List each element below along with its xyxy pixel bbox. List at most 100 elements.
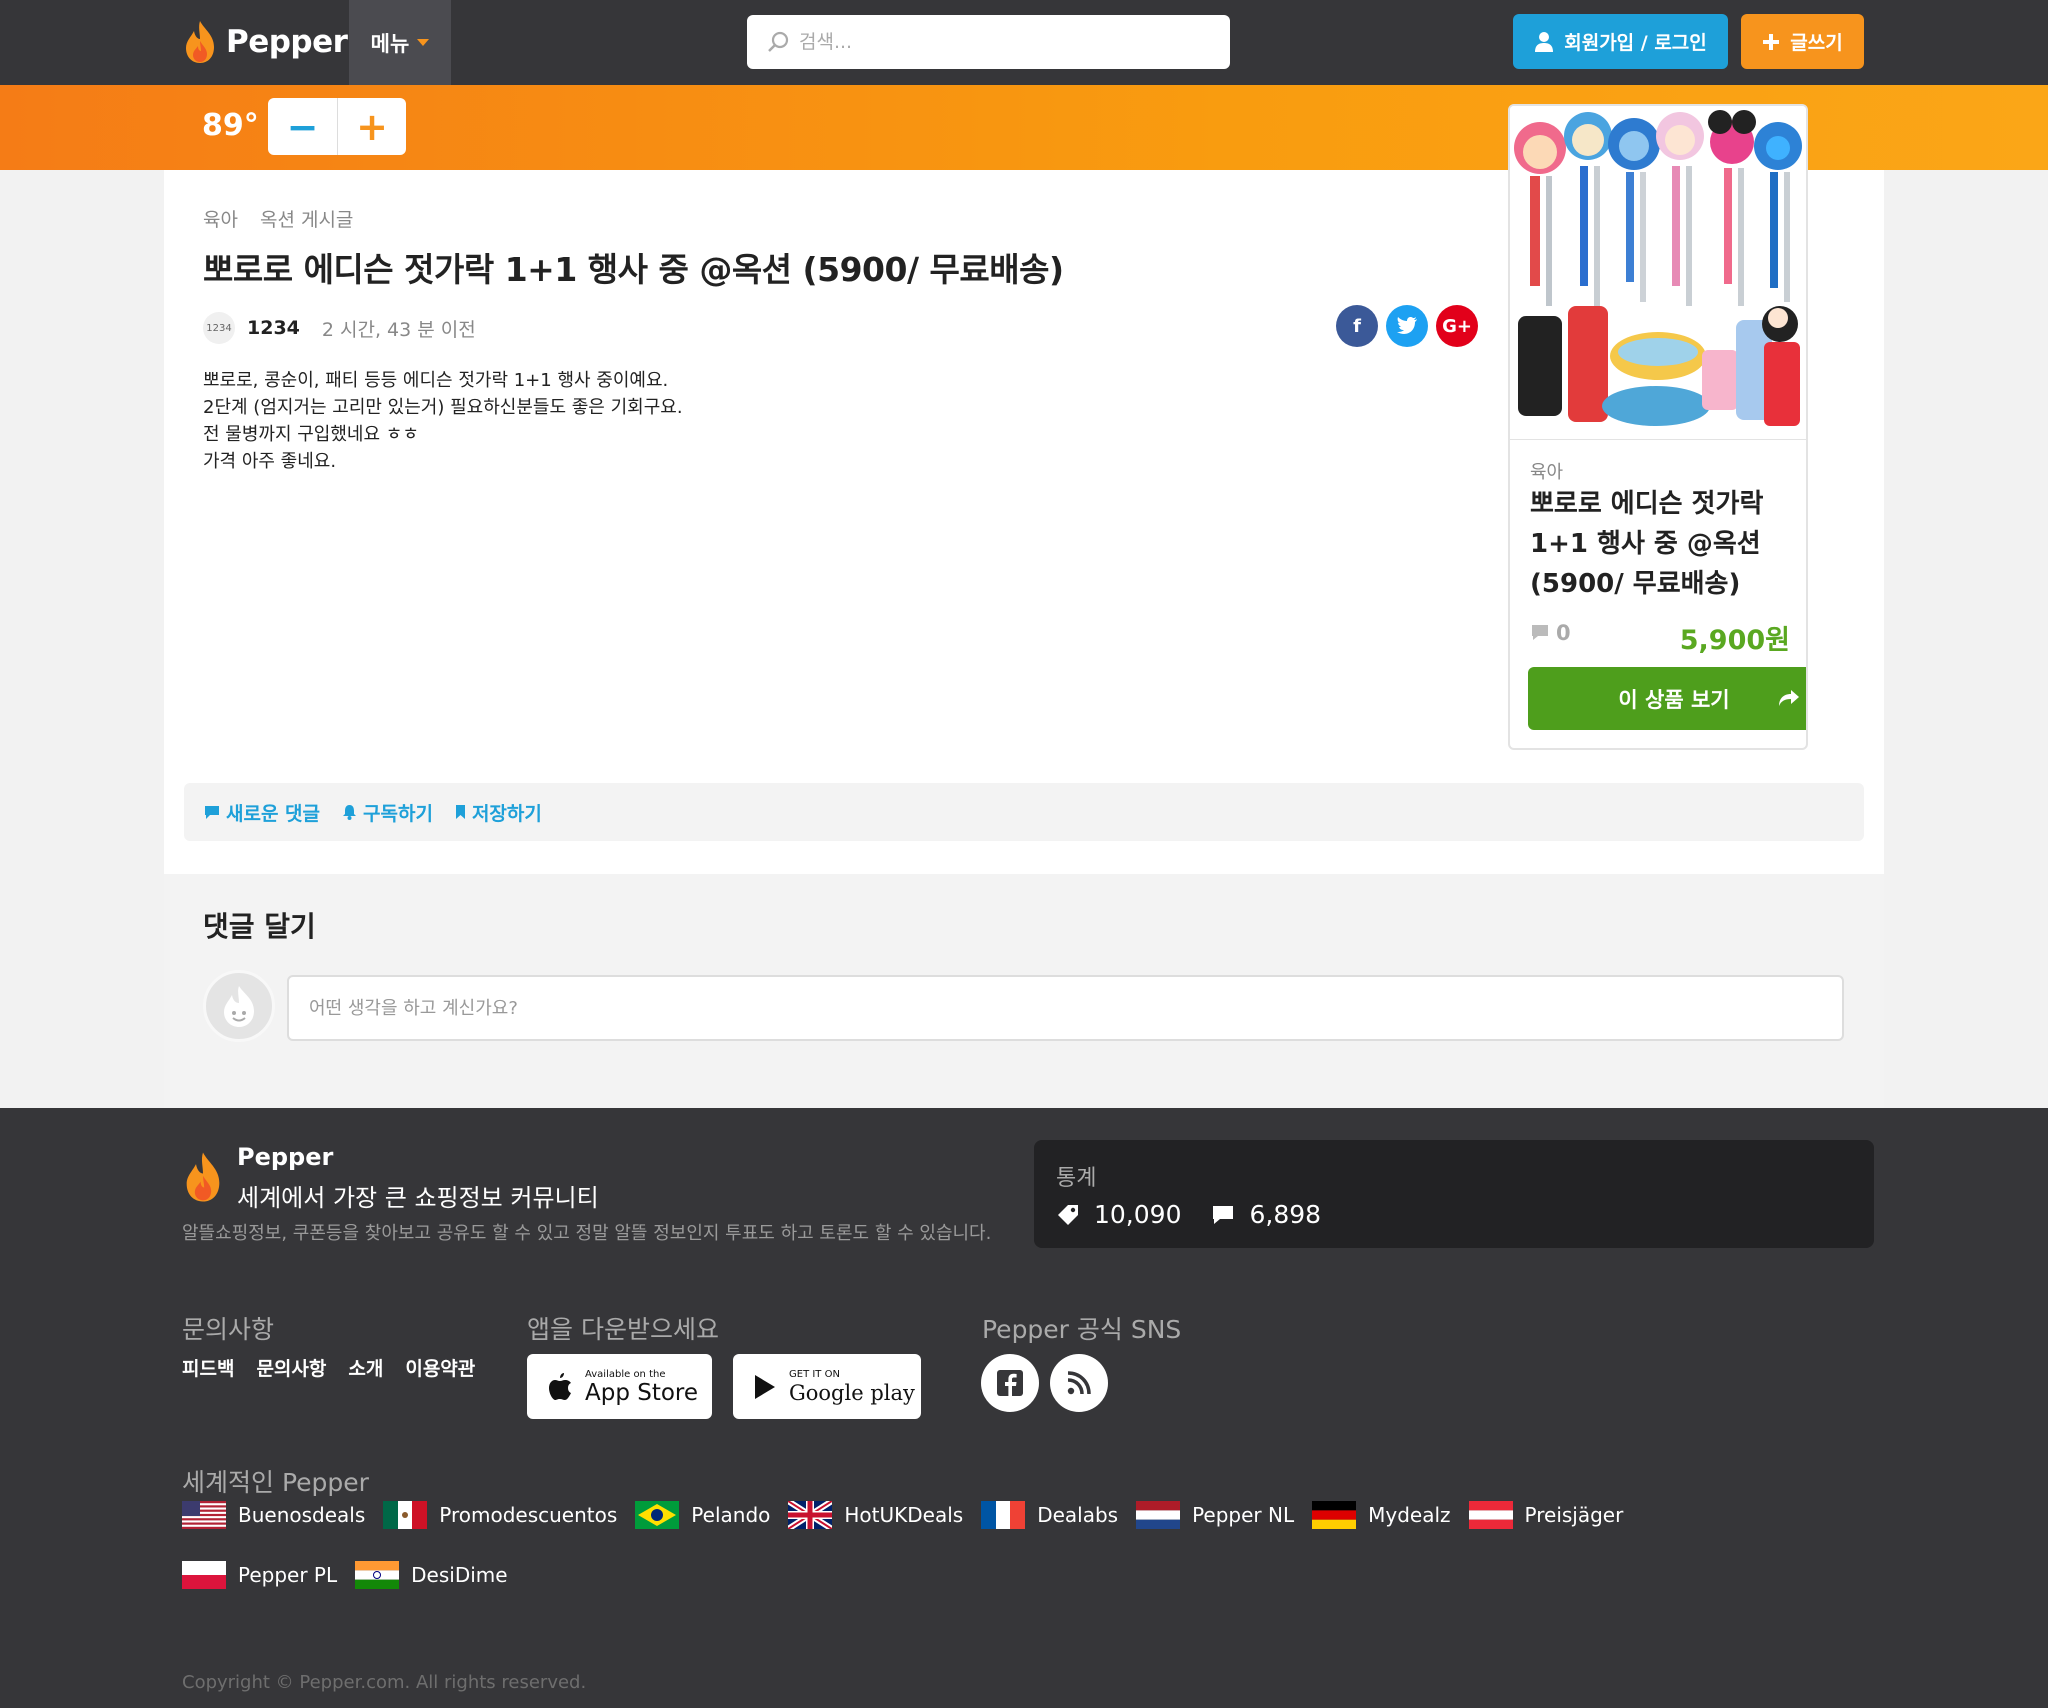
- menu-button[interactable]: 메뉴: [349, 0, 451, 85]
- google-play-big: Google play: [789, 1380, 915, 1405]
- pepper-mascot-icon: [224, 986, 254, 1027]
- contact-links: 피드백 문의사항 소개 이용약관: [182, 1354, 475, 1381]
- intl-site-link[interactable]: Mydealz: [1312, 1500, 1451, 1530]
- intl-site-name: Mydealz: [1368, 1503, 1451, 1527]
- contact-heading: 문의사항: [182, 1315, 275, 1344]
- vote-up-button[interactable]: +: [337, 98, 406, 155]
- facebook-glyph-icon: [997, 1370, 1023, 1396]
- intl-site-link[interactable]: Buenosdeals: [182, 1500, 365, 1530]
- menu-label: 메뉴: [370, 31, 410, 56]
- deal-title[interactable]: 뽀로로 에디슨 젓가락 1+1 행사 중 @옥션 (5900/ 무료배송): [1530, 484, 1800, 604]
- avatar: [203, 970, 275, 1042]
- logo-text: Pepper: [226, 24, 348, 60]
- intl-site-link[interactable]: Promodescuentos: [383, 1500, 617, 1530]
- intl-site-link[interactable]: HotUKDeals: [788, 1500, 963, 1530]
- subscribe-link[interactable]: 구독하기: [342, 799, 433, 826]
- flag-pl-icon: [182, 1561, 226, 1589]
- stats-panel: 통계 10,090 6,898: [1034, 1140, 1874, 1248]
- new-comment-link[interactable]: 새로운 댓글: [204, 799, 320, 826]
- author-name[interactable]: 1234: [247, 317, 300, 339]
- comment-input[interactable]: [287, 975, 1844, 1041]
- view-deal-button[interactable]: 이 상품 보기: [1528, 667, 1806, 730]
- footer-description: 알뜰쇼핑정보, 쿠폰등을 찾아보고 공유도 할 수 있고 정말 알뜰 정보인지 …: [182, 1223, 992, 1244]
- rss-glyph-icon: [1067, 1371, 1091, 1395]
- copyright: Copyright © Pepper.com. All rights reser…: [182, 1672, 587, 1693]
- vote-down-button[interactable]: −: [268, 98, 337, 155]
- intl-site-link[interactable]: Pepper PL: [182, 1560, 337, 1590]
- deal-product-image[interactable]: [1510, 106, 1806, 440]
- contact-link[interactable]: 문의사항: [256, 1354, 326, 1381]
- user-icon: [1535, 31, 1554, 52]
- intl-site-link[interactable]: Dealabs: [981, 1500, 1118, 1530]
- about-link[interactable]: 소개: [348, 1354, 383, 1381]
- breadcrumb-merchant[interactable]: 옥션 게시글: [260, 205, 353, 232]
- intl-site-name: Pepper NL: [1192, 1503, 1295, 1527]
- google-play-small: GET IT ON: [789, 1368, 840, 1380]
- flag-uk-icon: [788, 1501, 833, 1529]
- flag-at-icon: [1468, 1501, 1513, 1529]
- intl-sites: Buenosdeals Promodescuentos Pelando HotU…: [182, 1500, 1782, 1590]
- app-heading: 앱을 다운받으세요: [527, 1315, 719, 1344]
- flag-nl-icon: [1136, 1501, 1181, 1529]
- new-comment-label: 새로운 댓글: [226, 802, 321, 825]
- share-arrow-icon: [1779, 690, 1799, 706]
- save-link[interactable]: 저장하기: [455, 799, 542, 826]
- intl-site-name: Buenosdeals: [238, 1503, 366, 1527]
- flame-icon: [186, 21, 214, 63]
- footer-tagline: 세계에서 가장 큰 쇼핑정보 커뮤니티: [237, 1184, 599, 1212]
- google-plus-icon[interactable]: G+: [1436, 305, 1478, 347]
- stats-row: 10,090 6,898: [1056, 1200, 1321, 1229]
- flame-icon: [186, 1152, 220, 1202]
- post-body: 뽀로로, 콩순이, 패티 등등 에디슨 젓가락 1+1 행사 중이예요. 2단계…: [203, 367, 683, 475]
- feedback-link[interactable]: 피드백: [182, 1354, 234, 1381]
- facebook-icon[interactable]: [981, 1354, 1039, 1412]
- comment-title: 댓글 달기: [203, 910, 316, 943]
- flag-de-icon: [1312, 1501, 1357, 1529]
- app-store-button[interactable]: Available on the App Store: [527, 1354, 712, 1419]
- intl-site-name: Preisjäger: [1524, 1503, 1624, 1527]
- flag-fr-icon: [981, 1501, 1026, 1529]
- intl-site-link[interactable]: Pepper NL: [1136, 1500, 1294, 1530]
- login-label: 회원가입 / 로그인: [1564, 32, 1707, 54]
- intl-site-link[interactable]: Preisjäger: [1468, 1500, 1624, 1530]
- site-logo[interactable]: Pepper: [182, 16, 348, 68]
- facebook-label: f: [1353, 315, 1361, 337]
- twitter-icon[interactable]: [1386, 305, 1428, 347]
- deal-price: 5,900원: [1679, 625, 1790, 656]
- deal-category[interactable]: 육아: [1530, 458, 1563, 484]
- intl-site-link[interactable]: DesiDime: [355, 1560, 508, 1590]
- bell-icon: [343, 805, 357, 820]
- rss-icon[interactable]: [1050, 1354, 1108, 1412]
- intl-site-name: Dealabs: [1037, 1503, 1119, 1527]
- google-play-button[interactable]: GET IT ON Google play: [733, 1354, 921, 1419]
- comment-icon: [1532, 625, 1548, 640]
- deal-comment-number: 0: [1556, 621, 1571, 645]
- product-illustration: [1510, 106, 1806, 439]
- login-button[interactable]: 회원가입 / 로그인: [1513, 14, 1728, 69]
- post-action-bar: 새로운 댓글 구독하기 저장하기: [184, 783, 1864, 841]
- write-button[interactable]: 글쓰기: [1741, 14, 1864, 69]
- sns-heading: Pepper 공식 SNS: [982, 1315, 1182, 1344]
- view-deal-label: 이 상품 보기: [1618, 687, 1730, 712]
- search-icon: [768, 31, 789, 52]
- post-title: 뽀로로 에디슨 젓가락 1+1 행사 중 @옥션 (5900/ 무료배송): [203, 250, 1064, 289]
- comments-count: 6,898: [1249, 1200, 1322, 1229]
- search-box[interactable]: [747, 15, 1230, 69]
- terms-link[interactable]: 이용약관: [405, 1354, 475, 1381]
- intl-site-name: Pelando: [691, 1503, 771, 1527]
- breadcrumb-category[interactable]: 육아: [203, 205, 238, 232]
- intl-site-name: Promodescuentos: [439, 1503, 618, 1527]
- deal-comment-count[interactable]: 0: [1530, 621, 1571, 645]
- vote-controls: − +: [268, 98, 406, 155]
- subscribe-label: 구독하기: [363, 802, 433, 825]
- intl-site-name: DesiDime: [411, 1563, 508, 1587]
- save-label: 저장하기: [471, 802, 542, 825]
- avatar[interactable]: 1234: [203, 312, 235, 344]
- post-body-line: 가격 아주 좋네요.: [203, 451, 337, 472]
- facebook-icon[interactable]: f: [1336, 305, 1378, 347]
- comment-icon: [205, 805, 219, 819]
- intl-site-link[interactable]: Pelando: [635, 1500, 770, 1530]
- stats-label: 통계: [1056, 1166, 1097, 1191]
- search-input[interactable]: [799, 31, 1199, 53]
- play-icon: [755, 1374, 775, 1399]
